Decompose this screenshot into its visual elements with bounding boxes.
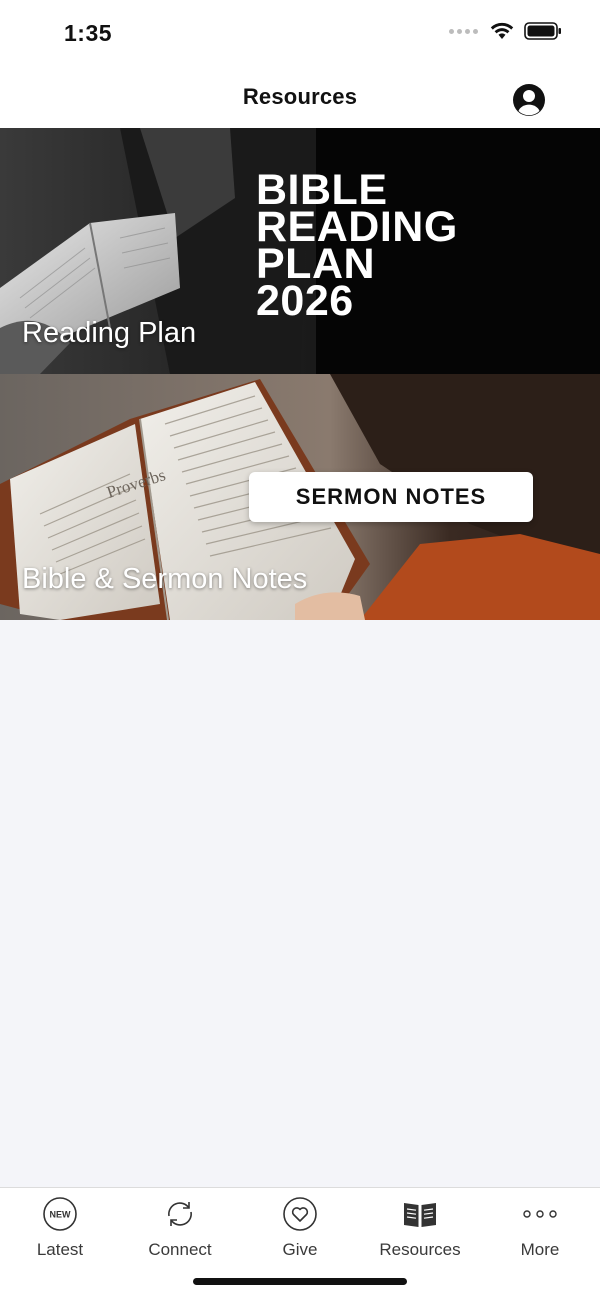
book-icon	[404, 1203, 436, 1227]
sermon-notes-label: Bible & Sermon Notes	[22, 563, 308, 595]
svg-text:NEW: NEW	[50, 1210, 72, 1220]
new-badge-icon: NEW	[43, 1197, 77, 1231]
page-title: Resources	[242, 84, 358, 109]
tab-connect[interactable]: Connect	[120, 1194, 240, 1264]
tab-give[interactable]: Give	[240, 1194, 360, 1264]
tab-more-label: More	[520, 1240, 560, 1259]
reading-plan-graphic-title: BIBLE READING PLAN 2026	[256, 166, 458, 325]
status-icons	[449, 22, 562, 40]
battery-icon	[524, 22, 561, 40]
heart-circle-icon	[283, 1197, 317, 1231]
reading-plan-label: Reading Plan	[22, 317, 197, 349]
sermon-notes-card[interactable]: Proverbs SERMON NOTES Bible & Sermon Not…	[0, 374, 600, 620]
navigation-bar: Resources	[0, 68, 600, 128]
cellular-signal-icon	[449, 28, 478, 34]
tab-resources-label: Resources	[379, 1240, 461, 1259]
tab-connect-label: Connect	[148, 1240, 212, 1259]
sermon-notes-badge: SERMON NOTES	[249, 472, 533, 522]
tab-resources[interactable]: Resources	[360, 1194, 480, 1264]
connect-arrows-icon	[168, 1202, 192, 1226]
wifi-icon	[490, 22, 514, 39]
tab-more[interactable]: More	[480, 1194, 600, 1264]
reading-plan-card[interactable]: BIBLE READING PLAN 2026 Reading Plan	[0, 128, 600, 374]
tab-latest-label: Latest	[36, 1240, 84, 1259]
status-time: 1:35	[64, 20, 113, 46]
home-indicator[interactable]	[193, 1278, 407, 1285]
tab-give-label: Give	[282, 1240, 318, 1259]
more-dots-icon	[523, 1210, 557, 1218]
tab-latest[interactable]: NEW Latest	[0, 1194, 120, 1264]
profile-icon[interactable]	[512, 83, 546, 117]
status-bar: 1:35	[0, 0, 600, 68]
